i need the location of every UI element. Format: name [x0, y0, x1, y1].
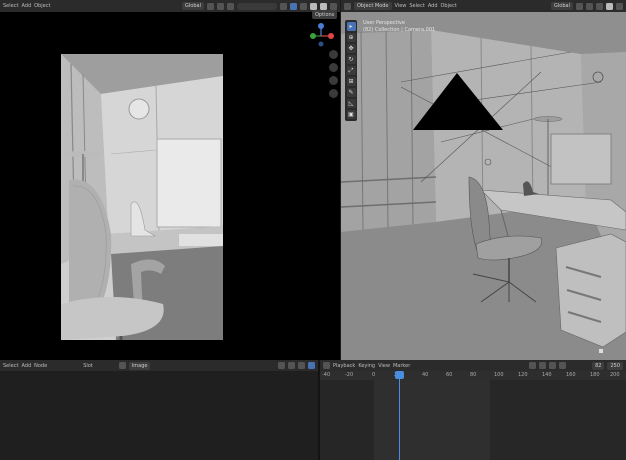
tick-label: 140: [542, 372, 552, 378]
snap-icon[interactable]: [586, 2, 593, 10]
camera-view-icon[interactable]: [329, 76, 338, 85]
menu-select[interactable]: Select: [3, 363, 18, 369]
gizmo-z-axis-icon[interactable]: [318, 23, 324, 29]
image-name-field[interactable]: Image: [128, 361, 151, 370]
snap-icon[interactable]: [217, 2, 224, 10]
gizmo-toggle-icon[interactable]: [290, 2, 297, 10]
left-3d-viewport[interactable]: [0, 12, 340, 360]
pivot-icon[interactable]: [576, 2, 583, 10]
shading-rendered-icon[interactable]: [616, 2, 623, 10]
tool-shelf: ▸ ⊕ ✥ ↻ ⤢ ⊞ ✎ ◺ ▣: [345, 20, 357, 121]
shading-solid-icon[interactable]: [606, 2, 613, 10]
slot-label[interactable]: Slot: [83, 363, 93, 369]
tick-label: 60: [446, 372, 453, 378]
playhead[interactable]: [399, 371, 400, 460]
proportional-edit-icon[interactable]: [227, 2, 234, 10]
perspective-grid-icon[interactable]: [329, 89, 338, 98]
transform-orientation-dropdown[interactable]: Global: [182, 2, 204, 10]
menu-select[interactable]: Select: [409, 3, 424, 9]
editor-type-icon[interactable]: [323, 362, 330, 369]
scene-illustration: [341, 12, 626, 360]
tick-label: 0: [372, 372, 376, 378]
move-icon[interactable]: ✥: [346, 44, 356, 53]
transform-orientation-dropdown[interactable]: Global: [551, 2, 573, 10]
tick-label: 100: [494, 372, 504, 378]
menu-keying[interactable]: Keying: [358, 363, 375, 369]
add-cube-icon[interactable]: ▣: [346, 110, 356, 119]
menu-add[interactable]: Add: [21, 363, 31, 369]
menu-object[interactable]: Object: [34, 3, 50, 9]
tick-label: 200: [610, 372, 620, 378]
tick-label: 180: [590, 372, 600, 378]
visibility-icon[interactable]: [280, 2, 287, 10]
gizmo-neg-z-icon[interactable]: [318, 41, 324, 47]
end-frame-field[interactable]: 250: [607, 361, 623, 370]
menu-view[interactable]: View: [378, 363, 390, 369]
node-editor-header: Select Add Node Slot Image: [0, 360, 318, 371]
tick-label: 80: [470, 372, 477, 378]
pan-hand-icon[interactable]: [329, 63, 338, 72]
menu-add[interactable]: Add: [21, 3, 31, 9]
viewport-overlay-text: User Perspective (82) Collection | Camer…: [363, 20, 435, 34]
options-button[interactable]: Options: [312, 10, 338, 19]
jump-start-icon[interactable]: [539, 362, 547, 369]
viewport-nav-buttons: [329, 50, 339, 98]
out-of-range-area: [490, 380, 626, 460]
select-box-icon[interactable]: ▸: [346, 22, 356, 31]
view-name-label: User Perspective: [363, 20, 405, 26]
camera-render-image: [61, 54, 223, 340]
timeline-editor[interactable]: Playback Keying View Marker 82 250 -40 -…: [320, 360, 626, 460]
image-browse-icon[interactable]: [118, 362, 126, 369]
playhead-handle[interactable]: [395, 371, 404, 379]
active-object-label: (82) Collection | Camera.001: [363, 27, 436, 33]
jump-end-icon[interactable]: [559, 362, 567, 369]
pin-icon[interactable]: [288, 362, 295, 369]
menu-playback[interactable]: Playback: [333, 363, 355, 369]
render-illustration: [61, 54, 223, 340]
menu-object[interactable]: Object: [441, 3, 457, 9]
tick-label: 160: [566, 372, 576, 378]
zoom-icon[interactable]: [329, 50, 338, 59]
shading-rendered-icon[interactable]: [330, 2, 337, 10]
filler-pill: [237, 2, 277, 10]
menu-marker[interactable]: Marker: [393, 363, 410, 369]
transform-icon[interactable]: ⊞: [346, 77, 356, 86]
menu-node[interactable]: Node: [34, 363, 47, 369]
record-icon[interactable]: [529, 362, 537, 369]
tick-label: 40: [422, 372, 429, 378]
gizmo-x-axis-icon[interactable]: [328, 33, 334, 39]
tick-label: -20: [345, 372, 354, 378]
node-editor[interactable]: Select Add Node Slot Image: [0, 360, 318, 460]
gizmo-icon[interactable]: [308, 362, 315, 369]
right-viewport-header: Object Mode View Select Add Object Globa…: [341, 0, 626, 12]
timeline-header: Playback Keying View Marker 82 250: [320, 360, 626, 371]
current-frame-field[interactable]: 82: [592, 361, 605, 370]
cursor-icon[interactable]: ⊕: [346, 33, 356, 42]
annotate-icon[interactable]: ✎: [346, 88, 356, 97]
shading-solid-icon[interactable]: [310, 2, 317, 10]
scale-icon[interactable]: ⤢: [346, 66, 356, 75]
right-3d-viewport[interactable]: User Perspective (82) Collection | Camer…: [341, 12, 626, 360]
menu-select[interactable]: Select: [3, 3, 18, 9]
overlay-icon[interactable]: [298, 362, 305, 369]
tick-label: 120: [518, 372, 528, 378]
measure-icon[interactable]: ◺: [346, 99, 356, 108]
pivot-icon[interactable]: [207, 2, 214, 10]
overlay-toggle-icon[interactable]: [300, 2, 307, 10]
visibility-icon[interactable]: [596, 2, 603, 10]
play-icon[interactable]: [549, 362, 557, 369]
shading-material-icon[interactable]: [320, 2, 327, 10]
editor-type-icon[interactable]: [344, 2, 351, 10]
gizmo-y-axis-icon[interactable]: [310, 33, 316, 39]
view-icon[interactable]: [278, 362, 285, 369]
timeline-ruler[interactable]: -40 -20 0 20 40 60 80 100 120 140 160 18…: [320, 371, 626, 380]
left-viewport-header: Select Add Object Global: [0, 0, 340, 12]
navigation-gizmo[interactable]: [306, 22, 336, 52]
menu-view[interactable]: View: [395, 3, 407, 9]
menu-add[interactable]: Add: [428, 3, 438, 9]
mode-dropdown[interactable]: Object Mode: [354, 2, 392, 10]
rotate-icon[interactable]: ↻: [346, 55, 356, 64]
tick-label: -40: [322, 372, 331, 378]
